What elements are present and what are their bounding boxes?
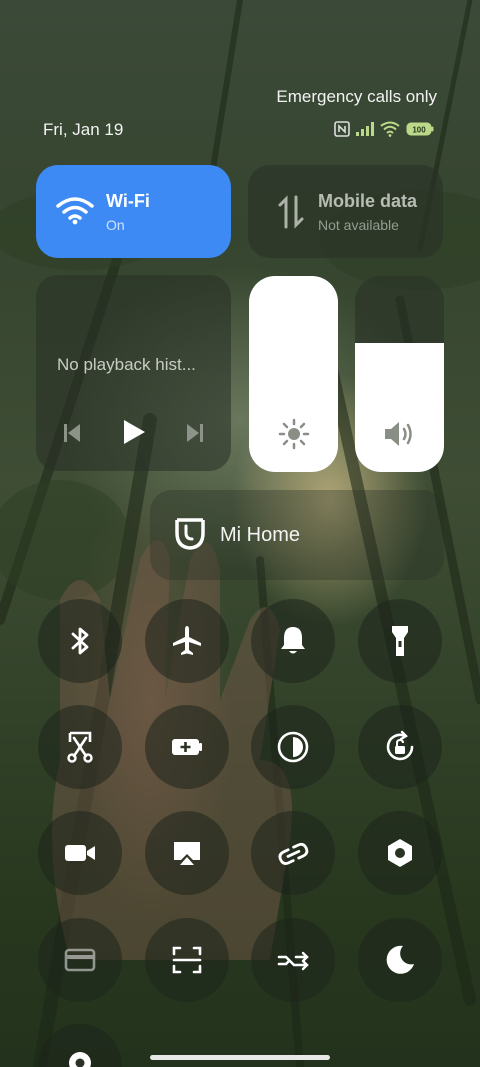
dark-mode-toggle[interactable] [358,918,442,1002]
nfc-icon [334,121,350,137]
sun-icon [278,418,310,450]
mi-home-icon [175,518,205,550]
sync-icon [277,951,309,971]
settings-toggle[interactable] [358,811,442,895]
wifi-icon [56,197,94,225]
reading-mode-icon [277,731,309,763]
date-text: Fri, Jan 19 [43,120,124,139]
battery-saver-icon [172,739,202,755]
battery-icon: 100 [406,122,434,136]
screen-recorder-toggle[interactable] [38,811,122,895]
ringer-toggle[interactable] [251,599,335,683]
bluetooth-icon [71,627,89,655]
screenshot-scissors-icon [67,731,93,763]
card-toggle[interactable] [38,918,122,1002]
link-icon [278,842,309,865]
flashlight-icon [392,626,408,656]
hexagon-settings-icon [388,839,412,867]
battery-level: 100 [412,126,426,135]
status-icons: 100 [334,121,434,137]
moon-icon [386,945,414,974]
location-icon [69,1052,91,1067]
location-toggle[interactable] [38,1024,122,1067]
mobile-data-icon [278,195,304,229]
volume-fill [355,342,444,472]
cast-icon [174,842,200,865]
screenshot-toggle[interactable] [38,705,122,789]
media-status-text: No playback hist... [57,355,196,374]
airplane-icon [173,626,201,655]
rotation-lock-toggle[interactable] [358,705,442,789]
sync-toggle[interactable] [251,918,335,1002]
wifi-tile[interactable]: Wi-Fi On [36,165,231,258]
cast-toggle[interactable] [145,811,229,895]
play-icon[interactable] [122,419,146,445]
media-player-tile[interactable]: No playback hist... [36,275,231,471]
airplane-mode-toggle[interactable] [145,599,229,683]
mi-home-label: Mi Home [220,524,301,546]
scan-icon [172,946,202,974]
bell-icon [281,627,305,654]
card-icon [64,948,96,972]
signal-icon [356,122,374,136]
next-track-icon[interactable] [186,423,204,443]
volume-slider[interactable] [355,276,444,472]
speaker-icon [385,422,412,446]
home-indicator[interactable] [150,1055,330,1060]
scanner-toggle[interactable] [145,918,229,1002]
reading-mode-toggle[interactable] [251,705,335,789]
wifi-subtitle: On [106,217,125,233]
wifi-title: Wi-Fi [106,191,150,211]
mobile-data-tile[interactable]: Mobile data Not available [248,165,443,258]
bluetooth-toggle[interactable] [38,599,122,683]
battery-saver-toggle[interactable] [145,705,229,789]
mobile-data-subtitle: Not available [318,217,399,233]
link-toggle[interactable] [251,811,335,895]
mobile-data-title: Mobile data [318,191,418,211]
carrier-status-text: Emergency calls only [276,87,437,106]
brightness-slider[interactable] [249,276,338,472]
rotation-lock-icon [386,730,414,761]
flashlight-toggle[interactable] [358,599,442,683]
video-camera-icon [65,845,95,861]
previous-track-icon[interactable] [63,423,81,443]
wifi-status-icon [380,121,400,137]
